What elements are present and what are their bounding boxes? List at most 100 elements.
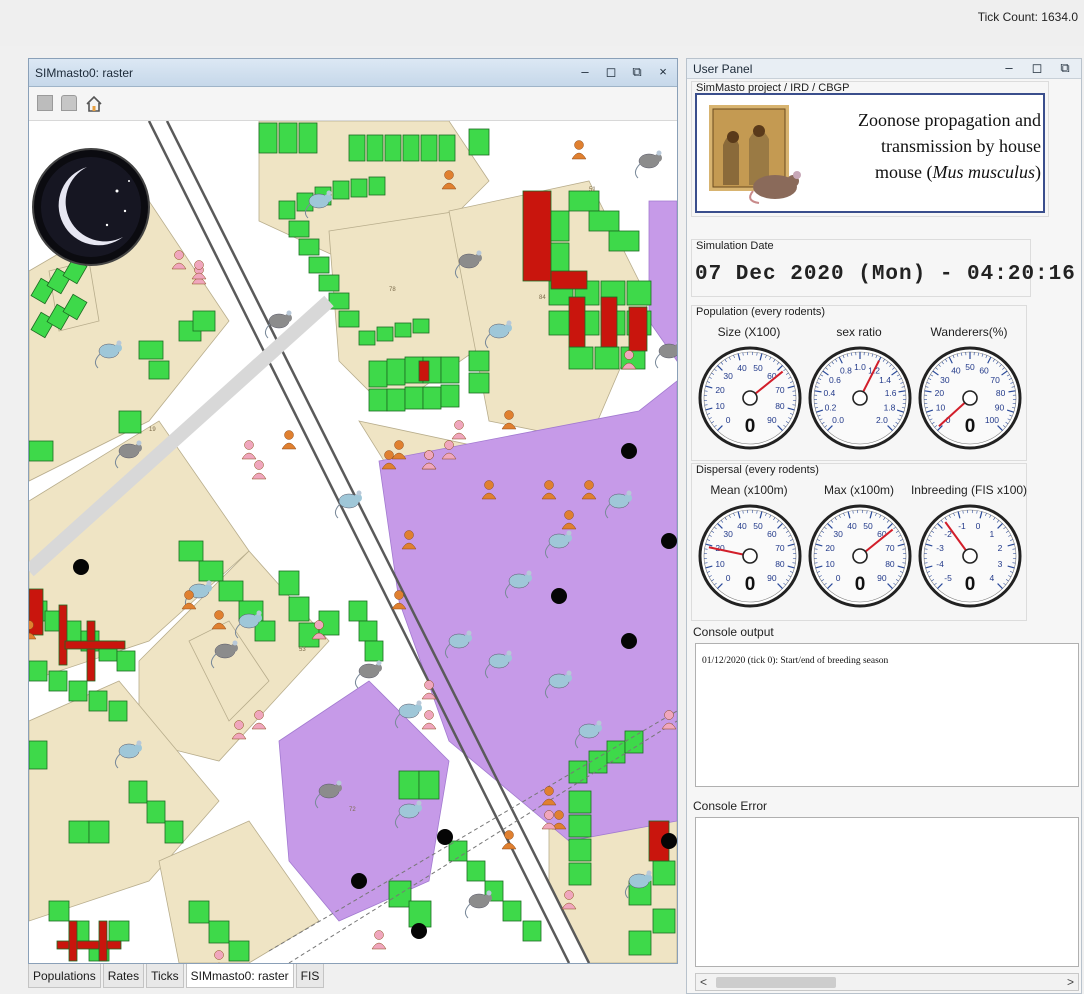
- population-gauge-1: 0.00.20.40.60.81.01.21.41.61.82.0: [808, 346, 912, 450]
- dwelling: [178, 540, 204, 562]
- population-gauge-2: 010203040 50 607080901000: [918, 346, 1022, 450]
- population-gauge-0-tick-label: 90: [767, 415, 777, 425]
- dead-rodent-marker: [73, 559, 89, 575]
- population-gauge-0-tick-label: 70: [775, 385, 785, 395]
- dispersal-gauge-0-tick-label: 0: [726, 573, 731, 583]
- console-output-area[interactable]: 01/12/2020 (tick 0): Start/end of breedi…: [695, 643, 1079, 787]
- zoom-tool-icon[interactable]: [37, 95, 53, 111]
- dwelling: [548, 210, 570, 242]
- home-icon[interactable]: [85, 95, 102, 112]
- infested-room: [568, 296, 586, 348]
- dwelling: [350, 178, 368, 198]
- dwelling: [278, 570, 300, 596]
- project-text-line-2: transmission by house: [881, 136, 1041, 156]
- infested-room: [56, 940, 122, 950]
- map-canvas[interactable]: 19 78 84 53 72 51: [29, 121, 677, 963]
- dead-rodent-marker: [621, 633, 637, 649]
- user-panel-titlebar[interactable]: User Panel – ◻ ⧉: [687, 59, 1081, 79]
- population-gauge-0-tick-label: 0: [726, 415, 731, 425]
- bottom-tab-bar: Populations Rates Ticks SIMmasto0: raste…: [28, 964, 326, 990]
- dwelling: [420, 134, 438, 162]
- tab-populations[interactable]: Populations: [28, 964, 101, 988]
- dead-rodent-marker: [437, 829, 453, 845]
- map-svg[interactable]: 19 78 84 53 72 51: [29, 121, 677, 963]
- dispersal-gauge-0-tick-label: 50: [753, 521, 763, 531]
- dwelling: [298, 238, 320, 256]
- dispersal-gauge-1-tick-label: 30: [833, 529, 843, 539]
- dwelling: [628, 930, 652, 956]
- dead-rodent-marker: [551, 588, 567, 604]
- panel-float-button[interactable]: ⧉: [1057, 59, 1073, 77]
- dispersal-gauge-1-tick-label: 10: [825, 559, 835, 569]
- dwelling: [468, 350, 490, 372]
- console-output-line: 01/12/2020 (tick 0): Start/end of breedi…: [702, 656, 889, 666]
- dwelling: [148, 360, 170, 380]
- snapshot-tool-icon[interactable]: [61, 95, 77, 111]
- panel-maximize-button[interactable]: ◻: [1029, 59, 1045, 77]
- dwelling: [652, 860, 676, 886]
- population-gauge-2-tick-label: 10: [936, 403, 946, 413]
- tab-ticks[interactable]: Ticks: [146, 964, 184, 988]
- population-gauge-0-readout: 0: [745, 416, 756, 437]
- dispersal-gauge-1: 010203040 50607080900: [808, 504, 912, 608]
- dwelling: [318, 274, 340, 292]
- horizontal-scrollbar[interactable]: < >: [695, 973, 1079, 991]
- minimize-button[interactable]: –: [577, 63, 593, 81]
- sim-date-label: Simulation Date: [696, 240, 774, 252]
- dwelling: [398, 770, 420, 800]
- plot-label: 84: [539, 295, 546, 301]
- dispersal-gauge-2-tick-label: 0: [976, 521, 981, 531]
- population-gauge-2-readout: 0: [965, 416, 976, 437]
- scroll-thumb[interactable]: [716, 977, 836, 988]
- console-error-label: Console Error: [693, 799, 768, 813]
- tab-raster[interactable]: SIMmasto0: raster: [185, 964, 294, 988]
- night-indicator-icon: [32, 148, 150, 266]
- panel-minimize-button[interactable]: –: [1001, 59, 1017, 77]
- user-panel: User Panel – ◻ ⧉ SimMasto project / IRD …: [686, 58, 1082, 994]
- infested-room: [418, 360, 430, 382]
- close-button[interactable]: ×: [655, 63, 671, 81]
- dispersal-gauge-2-tick-label: 3: [998, 559, 1003, 569]
- dwelling: [298, 122, 318, 154]
- tab-rates[interactable]: Rates: [102, 964, 145, 988]
- infested-room: [600, 296, 618, 348]
- dispersal-gauge-2: -5-4-3-2-1 012340: [918, 504, 1022, 608]
- population-gauge-0-tick-label: 50: [753, 363, 763, 373]
- dwelling: [548, 242, 570, 274]
- population-gauge-1-tick-label: 0.8: [840, 365, 852, 375]
- dwelling: [348, 600, 368, 622]
- dispersal-gauge-2-readout: 0: [965, 574, 976, 595]
- population-gauge-1-tick-label: 0.6: [829, 375, 841, 385]
- population-gauge-1-tick-label: 0.2: [825, 403, 837, 413]
- dwelling: [164, 820, 184, 844]
- population-group-label: Population (every rodents): [696, 306, 826, 318]
- dispersal-gauge-2-tick-label: -1: [958, 521, 966, 531]
- dwelling: [88, 690, 108, 712]
- scroll-left-icon[interactable]: <: [700, 974, 707, 990]
- dwelling: [208, 920, 230, 944]
- population-gauge-1-tick-label: 1.8: [884, 403, 896, 413]
- dead-rodent-marker: [351, 873, 367, 889]
- dwelling: [386, 388, 406, 412]
- dwelling: [288, 596, 310, 622]
- raster-window-titlebar[interactable]: SIMmasto0: raster – ◻ ⧉ ×: [29, 59, 677, 87]
- project-text-line-1: Zoonose propagation and: [858, 110, 1041, 130]
- dwelling: [626, 280, 652, 306]
- dispersal-gauge-2-tick-label: -3: [936, 543, 944, 553]
- maximize-button[interactable]: ◻: [603, 63, 619, 81]
- dwelling: [394, 322, 412, 338]
- dwelling: [29, 440, 54, 462]
- tab-fis[interactable]: FIS: [295, 964, 325, 988]
- dwelling: [468, 372, 490, 394]
- raster-window: SIMmasto0: raster – ◻ ⧉ × 19 78 84 53 72…: [28, 58, 678, 964]
- dwelling: [332, 180, 350, 200]
- scroll-right-icon[interactable]: >: [1067, 974, 1074, 990]
- dwelling: [68, 680, 88, 702]
- population-gauge-2-tick-label: 80: [996, 388, 1006, 398]
- dispersal-gauge-1-tick-label: 50: [863, 521, 873, 531]
- float-button[interactable]: ⧉: [629, 63, 645, 81]
- dispersal-gauge-0: 010203040 50607080900: [698, 504, 802, 608]
- dispersal-gauge-0-tick-label: 10: [715, 559, 725, 569]
- console-error-area[interactable]: [695, 817, 1079, 967]
- dwelling: [386, 358, 406, 386]
